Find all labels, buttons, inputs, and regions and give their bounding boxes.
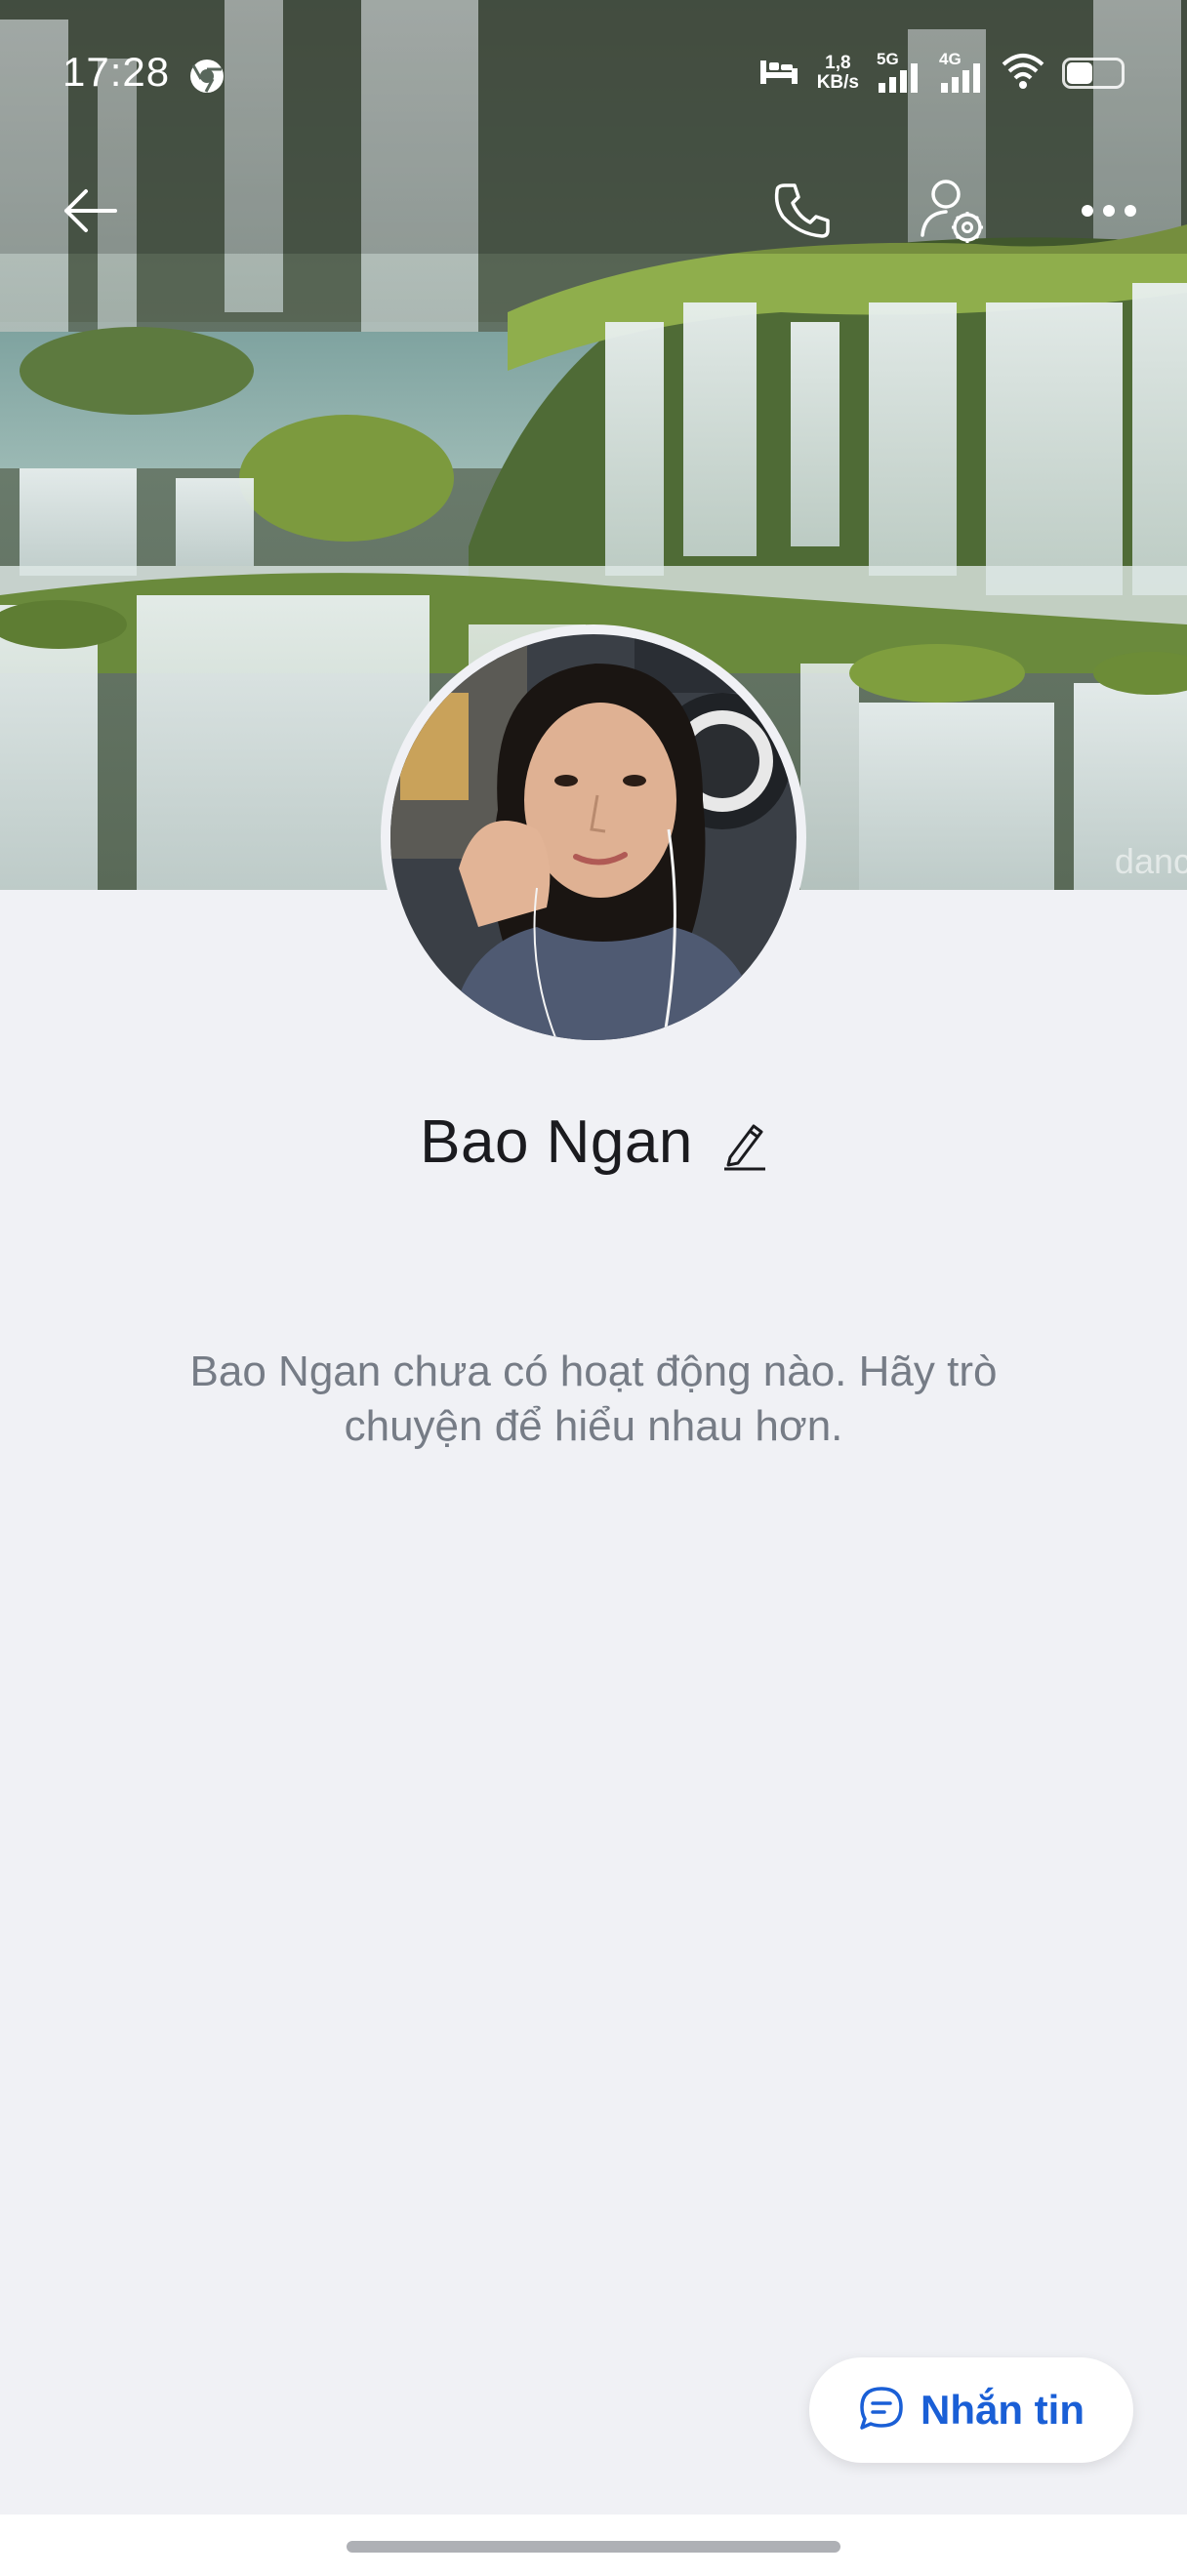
avatar-photo: [390, 634, 797, 1040]
battery-icon: [1062, 58, 1125, 89]
more-horizontal-icon: [1080, 203, 1138, 223]
call-button[interactable]: [763, 174, 841, 252]
network-speed-unit: KB/s: [816, 72, 859, 93]
arrow-left-icon: [61, 186, 119, 240]
send-message-label: Nhắn tin: [921, 2387, 1085, 2433]
signal-sim2-icon: 4G: [939, 50, 984, 95]
chrome-notification-icon: [187, 57, 226, 96]
network-speed-value: 1,8: [825, 53, 851, 73]
status-bar: 17:28 1,8 KB/s 5G 4G: [0, 0, 1187, 146]
status-time: 17:28: [62, 49, 171, 95]
profile-avatar[interactable]: [381, 624, 806, 1050]
system-navigation-bar: [0, 2515, 1187, 2576]
empty-activity-message: Bao Ngan chưa có hoạt động nào. Hãy trò …: [189, 1348, 998, 1450]
phone-icon: [771, 180, 834, 247]
wifi-icon: [1002, 53, 1044, 95]
home-indicator[interactable]: [347, 2541, 840, 2553]
edit-pencil-icon[interactable]: [722, 1120, 767, 1171]
signal-sim1-icon: 5G: [877, 50, 921, 95]
bed-icon: [758, 57, 799, 91]
name-row: Bao Ngan: [0, 1107, 1187, 1177]
status-indicators: 1,8 KB/s 5G 4G: [758, 49, 1125, 98]
cover-watermark: danc: [1114, 841, 1187, 881]
profile-name: Bao Ngan: [420, 1108, 693, 1176]
chat-bubble-icon: [858, 2385, 905, 2436]
back-button[interactable]: [51, 174, 129, 252]
profile-page: danc 17:28 1,8 KB/s 5G 4G Bao Ngan Bao N…: [0, 0, 1187, 2576]
send-message-button[interactable]: Nhắn tin: [809, 2357, 1133, 2463]
network-speed: 1,8 KB/s: [817, 54, 859, 93]
more-options-button[interactable]: [1070, 174, 1148, 252]
battery-level: [1067, 62, 1092, 84]
user-settings-icon: [919, 177, 987, 250]
profile-settings-button[interactable]: [914, 174, 992, 252]
